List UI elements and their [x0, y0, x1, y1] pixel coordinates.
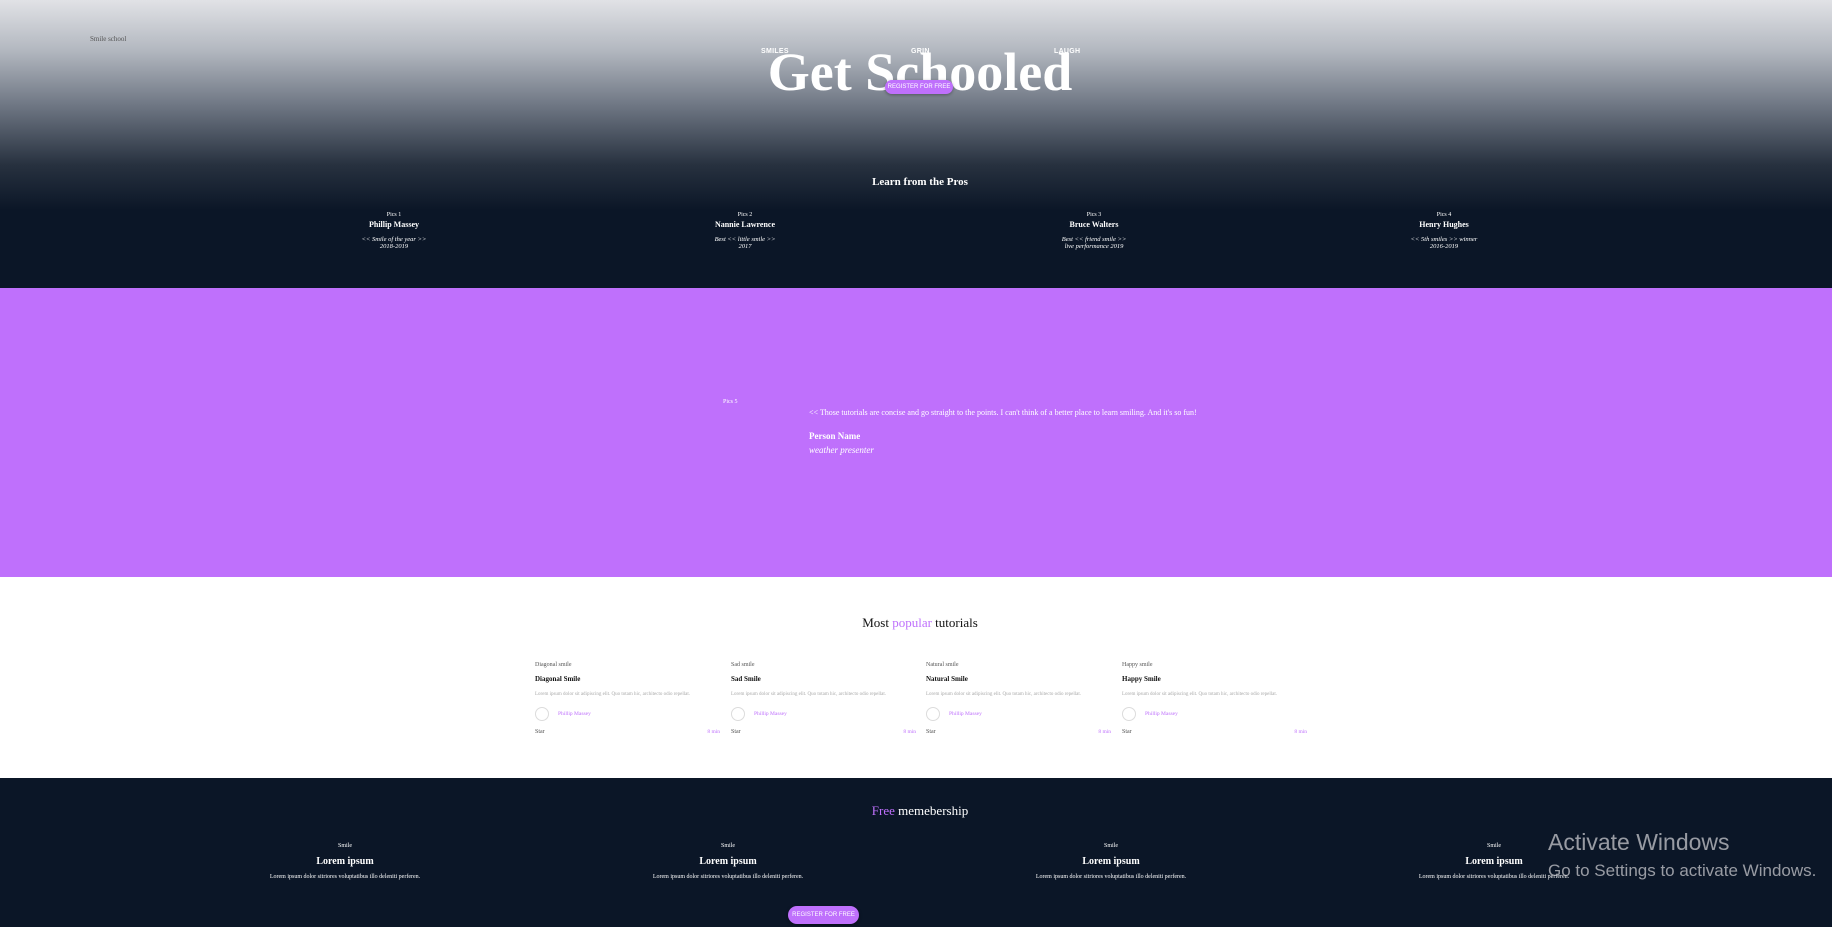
- tutorial-footer: Star 8 min: [731, 729, 916, 737]
- testimonial-section: [0, 288, 1832, 577]
- tutorials-heading: Most popular tutorials: [0, 615, 1832, 631]
- tutorials-heading-post: tutorials: [935, 615, 978, 630]
- activate-windows-subtitle: Go to Settings to activate Windows.: [1548, 861, 1817, 880]
- pro-photo: Pics 3: [1086, 212, 1102, 218]
- tutorial-author: Phillip Massey: [926, 707, 1111, 721]
- register-button-bottom[interactable]: REGISTER FOR FREE: [788, 906, 859, 924]
- tutorial-author-name[interactable]: Phillip Massey: [754, 711, 787, 717]
- membership-feature: Smile Lorem ipsum Lorem ipsum dolor sitr…: [628, 843, 828, 880]
- feature-title: Lorem ipsum: [699, 856, 757, 867]
- tutorial-footer: Star 8 min: [535, 729, 720, 737]
- star-icon: Star: [1122, 729, 1132, 735]
- membership-feature: Smile Lorem ipsum Lorem ipsum dolor sitr…: [1011, 843, 1211, 880]
- pro-photo: Pics 4: [1436, 212, 1452, 218]
- pro-award: << Smile of the year >>: [361, 236, 427, 243]
- tutorial-title[interactable]: Happy Smile: [1122, 675, 1307, 683]
- tutorial-card[interactable]: Diagonal smile Diagonal Smile Lorem ipsu…: [535, 662, 720, 737]
- activate-windows-title: Activate Windows: [1548, 829, 1730, 855]
- avatar: [926, 707, 940, 721]
- membership-heading: Free memebership: [0, 803, 1832, 819]
- testimonial-person-title: weather presenter: [809, 445, 874, 455]
- tutorial-title[interactable]: Sad Smile: [731, 675, 916, 683]
- avatar: [731, 707, 745, 721]
- tutorial-card[interactable]: Sad smile Sad Smile Lorem ipsum dolor si…: [731, 662, 916, 737]
- pro-award-year: 2018-2019: [379, 243, 409, 251]
- membership-heading-post: memebership: [898, 803, 969, 818]
- membership-feature: Smile Lorem ipsum Lorem ipsum dolor sitr…: [245, 843, 445, 880]
- tutorials-heading-pre: Most: [862, 615, 889, 630]
- avatar: [535, 707, 549, 721]
- avatar: [1122, 707, 1136, 721]
- feature-description: Lorem ipsum dolor sitriores voluptatibus…: [1035, 874, 1187, 880]
- tutorial-title[interactable]: Diagonal Smile: [535, 675, 720, 683]
- star-icon: Star: [535, 729, 545, 735]
- tutorial-author: Phillip Massey: [731, 707, 916, 721]
- tutorial-author-name[interactable]: Phillip Massey: [1145, 711, 1178, 717]
- pro-award: Best << friend smile >>: [1061, 236, 1127, 243]
- feature-title: Lorem ipsum: [1082, 856, 1140, 867]
- smile-icon: Smile: [337, 843, 352, 849]
- tutorial-author: Phillip Massey: [1122, 707, 1307, 721]
- feature-title: Lorem ipsum: [316, 856, 374, 867]
- tutorial-thumbnail[interactable]: Diagonal smile: [535, 662, 720, 668]
- tutorial-description: Lorem ipsum dolor sit adipiscing elit. Q…: [731, 692, 886, 697]
- tutorial-footer: Star 8 min: [926, 729, 1111, 737]
- tutorial-duration: 8 min: [707, 729, 720, 735]
- pro-name: Phillip Massey: [368, 220, 419, 229]
- testimonial-photo: Pics 5: [723, 399, 738, 405]
- pros-heading: Learn from the Pros: [872, 176, 968, 188]
- pro-award: << 5th smiles >> winner: [1410, 236, 1478, 243]
- tutorial-description: Lorem ipsum dolor sit adipiscing elit. Q…: [926, 692, 1081, 697]
- tutorial-author: Phillip Massey: [535, 707, 720, 721]
- smile-icon: Smile: [720, 843, 735, 849]
- testimonial-quote: << Those tutorials are concise and go st…: [809, 408, 1197, 417]
- feature-description: Lorem ipsum dolor sitriores voluptatibus…: [269, 874, 421, 880]
- smile-icon: Smile: [1103, 843, 1118, 849]
- logo-image[interactable]: Smile school: [90, 35, 126, 43]
- testimonial-person-name: Person Name: [809, 431, 861, 441]
- pro-award-year: 2016-2019: [1429, 243, 1459, 251]
- pro-photo: Pics 2: [737, 212, 753, 218]
- pro-card: Pics 1 Phillip Massey << Smile of the ye…: [294, 212, 494, 251]
- pro-award-year: 2017: [738, 243, 752, 251]
- membership-heading-accent: Free: [871, 803, 895, 818]
- pro-name: Nannie Lawrence: [714, 220, 776, 229]
- pro-award-year: live performance 2019: [1064, 243, 1124, 251]
- pro-card: Pics 4 Henry Hughes << 5th smiles >> win…: [1344, 212, 1544, 251]
- star-icon: Star: [731, 729, 741, 735]
- pro-photo: Pics 1: [386, 212, 402, 218]
- star-icon: Star: [926, 729, 936, 735]
- pro-card: Pics 2 Nannie Lawrence Best << little sm…: [645, 212, 845, 251]
- tutorial-footer: Star 8 min: [1122, 729, 1307, 737]
- tutorial-description: Lorem ipsum dolor sit adipiscing elit. Q…: [535, 692, 690, 697]
- tutorials-heading-accent: popular: [892, 615, 932, 630]
- tutorial-thumbnail[interactable]: Happy smile: [1122, 662, 1307, 668]
- tutorial-author-name[interactable]: Phillip Massey: [949, 711, 982, 717]
- pro-name: Bruce Walters: [1069, 220, 1119, 229]
- tutorial-description: Lorem ipsum dolor sit adipiscing elit. Q…: [1122, 692, 1277, 697]
- tutorial-author-name[interactable]: Phillip Massey: [558, 711, 591, 717]
- pro-award: Best << little smile >>: [714, 236, 776, 243]
- tutorial-thumbnail[interactable]: Natural smile: [926, 662, 1111, 668]
- tutorial-thumbnail[interactable]: Sad smile: [731, 662, 916, 668]
- feature-description: Lorem ipsum dolor sitriores voluptatibus…: [652, 874, 804, 880]
- tutorial-duration: 8 min: [903, 729, 916, 735]
- register-button-top[interactable]: REGISTER FOR FREE: [885, 80, 953, 94]
- tutorial-card[interactable]: Natural smile Natural Smile Lorem ipsum …: [926, 662, 1111, 737]
- tutorial-card[interactable]: Happy smile Happy Smile Lorem ipsum dolo…: [1122, 662, 1307, 737]
- tutorial-title[interactable]: Natural Smile: [926, 675, 1111, 683]
- pro-name: Henry Hughes: [1419, 220, 1469, 229]
- pro-card: Pics 3 Bruce Walters Best << friend smil…: [994, 212, 1194, 251]
- tutorial-duration: 8 min: [1294, 729, 1307, 735]
- tutorial-duration: 8 min: [1098, 729, 1111, 735]
